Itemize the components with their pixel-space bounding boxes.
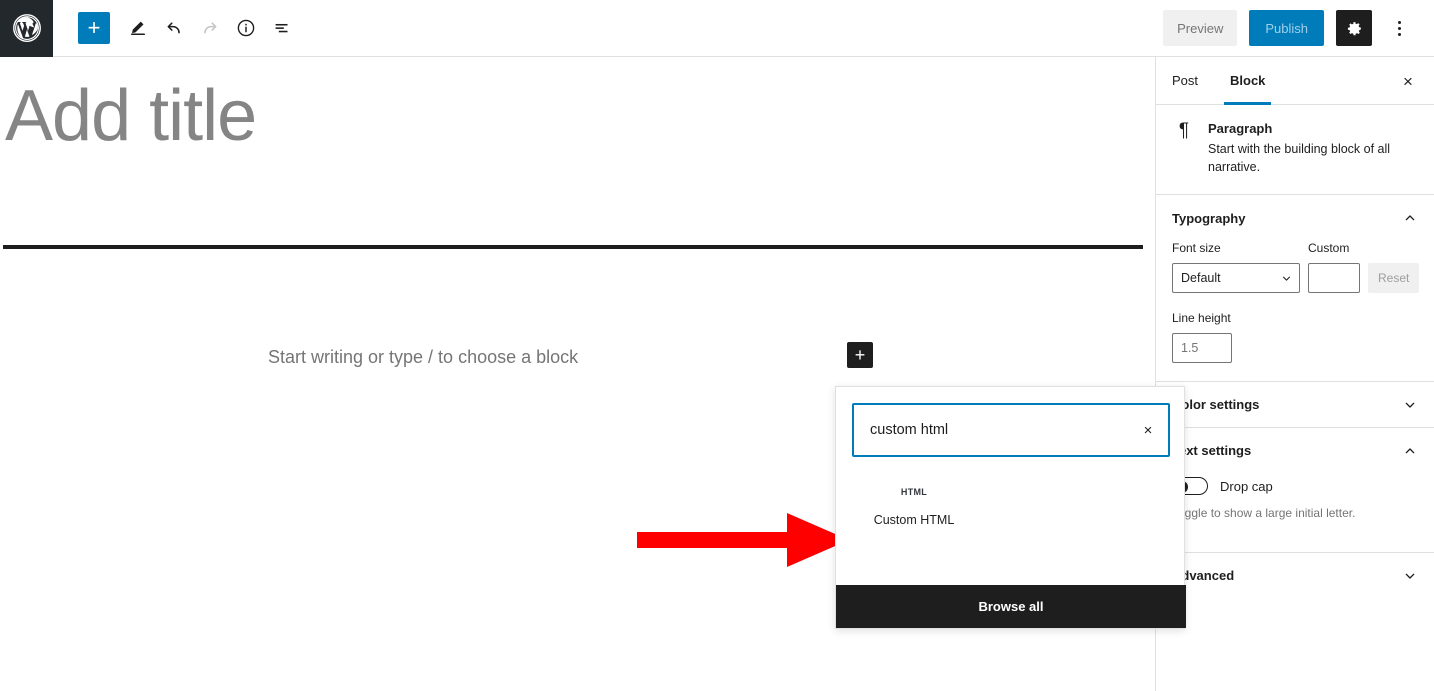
tab-block[interactable]: Block bbox=[1214, 57, 1281, 105]
block-card-title: Paragraph bbox=[1208, 121, 1273, 136]
block-result-label: Custom HTML bbox=[873, 513, 955, 527]
red-arrow-right-icon bbox=[637, 513, 849, 567]
chevron-up-icon bbox=[1405, 215, 1415, 221]
panel-header-text-settings[interactable]: Text settings bbox=[1156, 427, 1434, 473]
pilcrow-paragraph-icon: ¶ bbox=[1178, 120, 1190, 141]
block-inserter-popover: × HTML Custom HTML Browse all bbox=[835, 386, 1186, 629]
block-result-custom-html[interactable]: HTML Custom HTML bbox=[864, 487, 964, 527]
line-height-group: Line height bbox=[1172, 311, 1418, 364]
more-options-button[interactable] bbox=[1384, 10, 1414, 46]
details-info-button[interactable] bbox=[228, 10, 264, 46]
chevron-up-icon bbox=[1405, 448, 1415, 454]
info-circle-icon bbox=[237, 19, 255, 37]
inserter-search-field: × bbox=[852, 403, 1170, 457]
undo-button[interactable] bbox=[156, 10, 192, 46]
more-vertical-dots-icon bbox=[1397, 20, 1401, 36]
panel-title: Typography bbox=[1172, 210, 1246, 226]
settings-button[interactable] bbox=[1336, 10, 1372, 46]
toolbar-left-group: + bbox=[53, 10, 300, 46]
html-block-icon: HTML bbox=[900, 487, 928, 497]
preview-button[interactable]: Preview bbox=[1163, 10, 1238, 46]
drop-cap-help-text: Toggle to show a large initial letter. bbox=[1172, 506, 1356, 521]
inserter-results: HTML Custom HTML bbox=[836, 457, 1184, 564]
custom-font-size-group: Custom Reset bbox=[1308, 241, 1420, 294]
redo-button[interactable] bbox=[192, 10, 228, 46]
redo-arrow-icon bbox=[204, 22, 217, 34]
settings-sidebar: Post Block × ¶ Paragraph Start with the … bbox=[1155, 57, 1434, 691]
wordpress-logo-icon[interactable] bbox=[0, 0, 53, 57]
post-title-input[interactable]: Add title bbox=[5, 75, 257, 157]
inserter-search-wrap: × bbox=[836, 387, 1184, 457]
block-card-description: Start with the building block of all nar… bbox=[1208, 142, 1391, 175]
list-view-button[interactable] bbox=[264, 10, 300, 46]
browse-all-button[interactable]: Browse all bbox=[836, 585, 1186, 628]
tools-pencil-button[interactable] bbox=[120, 10, 156, 46]
panel-body-typography: Font size Default Custom Reset Line heig… bbox=[1156, 241, 1434, 381]
panel-header-color-settings[interactable]: Color settings bbox=[1156, 381, 1434, 427]
custom-label: Custom bbox=[1308, 241, 1350, 256]
chevron-down-icon bbox=[1405, 402, 1415, 408]
paragraph-block-placeholder[interactable]: Start writing or type / to choose a bloc… bbox=[268, 347, 578, 368]
clear-search-button[interactable]: × bbox=[1128, 405, 1168, 455]
line-height-label: Line height bbox=[1172, 311, 1231, 326]
block-card-text: Paragraph Start with the building block … bbox=[1208, 121, 1418, 176]
editor-toolbar: + Preview Publish bbox=[0, 0, 1434, 57]
tab-post[interactable]: Post bbox=[1156, 57, 1214, 104]
plus-icon: + bbox=[854, 345, 866, 365]
block-card: ¶ Paragraph Start with the building bloc… bbox=[1156, 105, 1434, 196]
undo-arrow-icon bbox=[167, 22, 180, 34]
font-size-select-wrap: Default bbox=[1172, 263, 1300, 294]
pencil-icon bbox=[130, 21, 146, 36]
sidebar-tabs: Post Block × bbox=[1156, 57, 1434, 105]
wordpress-block-editor: + Preview Publish Add title Start writin… bbox=[0, 0, 1434, 691]
list-view-icon bbox=[275, 23, 288, 33]
reset-button[interactable]: Reset bbox=[1368, 263, 1420, 294]
panel-title: Color settings bbox=[1172, 397, 1260, 413]
plus-icon: + bbox=[87, 15, 101, 40]
panel-header-advanced[interactable]: Advanced bbox=[1156, 552, 1434, 598]
gear-icon bbox=[1347, 21, 1361, 35]
line-height-input[interactable] bbox=[1172, 333, 1232, 364]
drop-cap-label: Drop cap bbox=[1220, 478, 1273, 494]
inline-add-block-button[interactable]: + bbox=[847, 342, 873, 368]
drop-cap-row: Drop cap bbox=[1172, 473, 1418, 496]
publish-button[interactable]: Publish bbox=[1249, 10, 1324, 46]
custom-font-size-input[interactable] bbox=[1308, 263, 1360, 294]
chevron-down-icon bbox=[1405, 573, 1415, 579]
panel-body-text-settings: Drop cap Toggle to show a large initial … bbox=[1156, 473, 1434, 540]
font-size-row: Font size Default Custom Reset bbox=[1172, 241, 1420, 294]
font-size-group: Font size Default bbox=[1172, 241, 1300, 294]
panel-header-typography[interactable]: Typography bbox=[1156, 195, 1434, 241]
toolbar-right-group: Preview Publish bbox=[1163, 10, 1434, 46]
font-size-label: Font size bbox=[1172, 241, 1221, 256]
block-search-input[interactable] bbox=[854, 405, 1128, 455]
font-size-select[interactable]: Default bbox=[1172, 263, 1300, 294]
custom-controls: Reset bbox=[1308, 263, 1420, 294]
close-sidebar-button[interactable]: × bbox=[1392, 65, 1424, 97]
title-divider bbox=[3, 245, 1143, 249]
add-block-button[interactable]: + bbox=[78, 12, 110, 44]
